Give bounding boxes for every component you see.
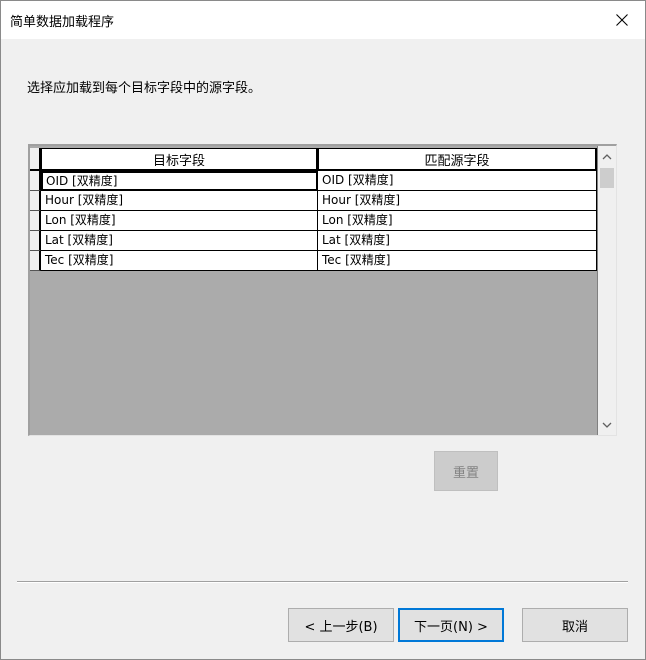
scroll-thumb[interactable]	[600, 168, 614, 188]
grid-corner[interactable]	[30, 148, 41, 171]
target-field-cell[interactable]: Lat [双精度]	[41, 231, 318, 251]
chevron-down-icon	[602, 422, 612, 428]
row-header[interactable]	[30, 191, 41, 211]
target-field-cell[interactable]: Hour [双精度]	[41, 191, 318, 211]
divider	[17, 581, 628, 583]
next-button-label: 下一页(N) >	[414, 619, 488, 635]
target-field-cell[interactable]: Lon [双精度]	[41, 211, 318, 231]
cancel-button[interactable]: 取消	[522, 608, 628, 642]
grid-header: 目标字段 匹配源字段	[30, 148, 597, 171]
scroll-down-button[interactable]	[598, 416, 616, 434]
source-field-cell[interactable]: OID [双精度]	[318, 171, 597, 191]
field-mapping-grid: 目标字段 匹配源字段 OID [双精度] OID [双精度] Hour [双精度…	[28, 144, 617, 436]
window-title: 简单数据加载程序	[10, 15, 115, 30]
row-header[interactable]	[30, 231, 41, 251]
table-row: Lon [双精度] Lon [双精度]	[30, 211, 597, 231]
title-bar: 简单数据加载程序	[1, 1, 645, 39]
vertical-scrollbar[interactable]	[598, 146, 616, 435]
close-button[interactable]	[599, 1, 645, 39]
table-row: Lat [双精度] Lat [双精度]	[30, 231, 597, 251]
source-field-cell[interactable]: Hour [双精度]	[318, 191, 597, 211]
source-field-cell[interactable]: Lon [双精度]	[318, 211, 597, 231]
target-field-cell[interactable]: OID [双精度]	[41, 171, 318, 191]
scroll-up-button[interactable]	[598, 148, 616, 166]
target-field-cell[interactable]: Tec [双精度]	[41, 251, 318, 271]
column-header-target[interactable]: 目标字段	[41, 148, 318, 171]
source-field-cell[interactable]: Tec [双精度]	[318, 251, 597, 271]
close-icon	[616, 14, 628, 26]
source-field-cell[interactable]: Lat [双精度]	[318, 231, 597, 251]
table-row: Tec [双精度] Tec [双精度]	[30, 251, 597, 271]
dialog-window: 简单数据加载程序 选择应加载到每个目标字段中的源字段。 目标字段 匹配源字段 O…	[0, 0, 646, 660]
column-header-source[interactable]: 匹配源字段	[318, 148, 597, 171]
grid-body: 目标字段 匹配源字段 OID [双精度] OID [双精度] Hour [双精度…	[30, 146, 598, 435]
previous-button[interactable]: < 上一步(B)	[288, 608, 394, 642]
table-row: Hour [双精度] Hour [双精度]	[30, 191, 597, 211]
row-header[interactable]	[30, 211, 41, 231]
row-header[interactable]	[30, 171, 41, 191]
table-row: OID [双精度] OID [双精度]	[30, 171, 597, 191]
chevron-up-icon	[602, 154, 612, 160]
instruction-text: 选择应加载到每个目标字段中的源字段。	[27, 81, 262, 96]
next-button[interactable]: 下一页(N) >	[398, 608, 504, 642]
row-header[interactable]	[30, 251, 41, 271]
reset-button[interactable]: 重置	[434, 451, 498, 491]
